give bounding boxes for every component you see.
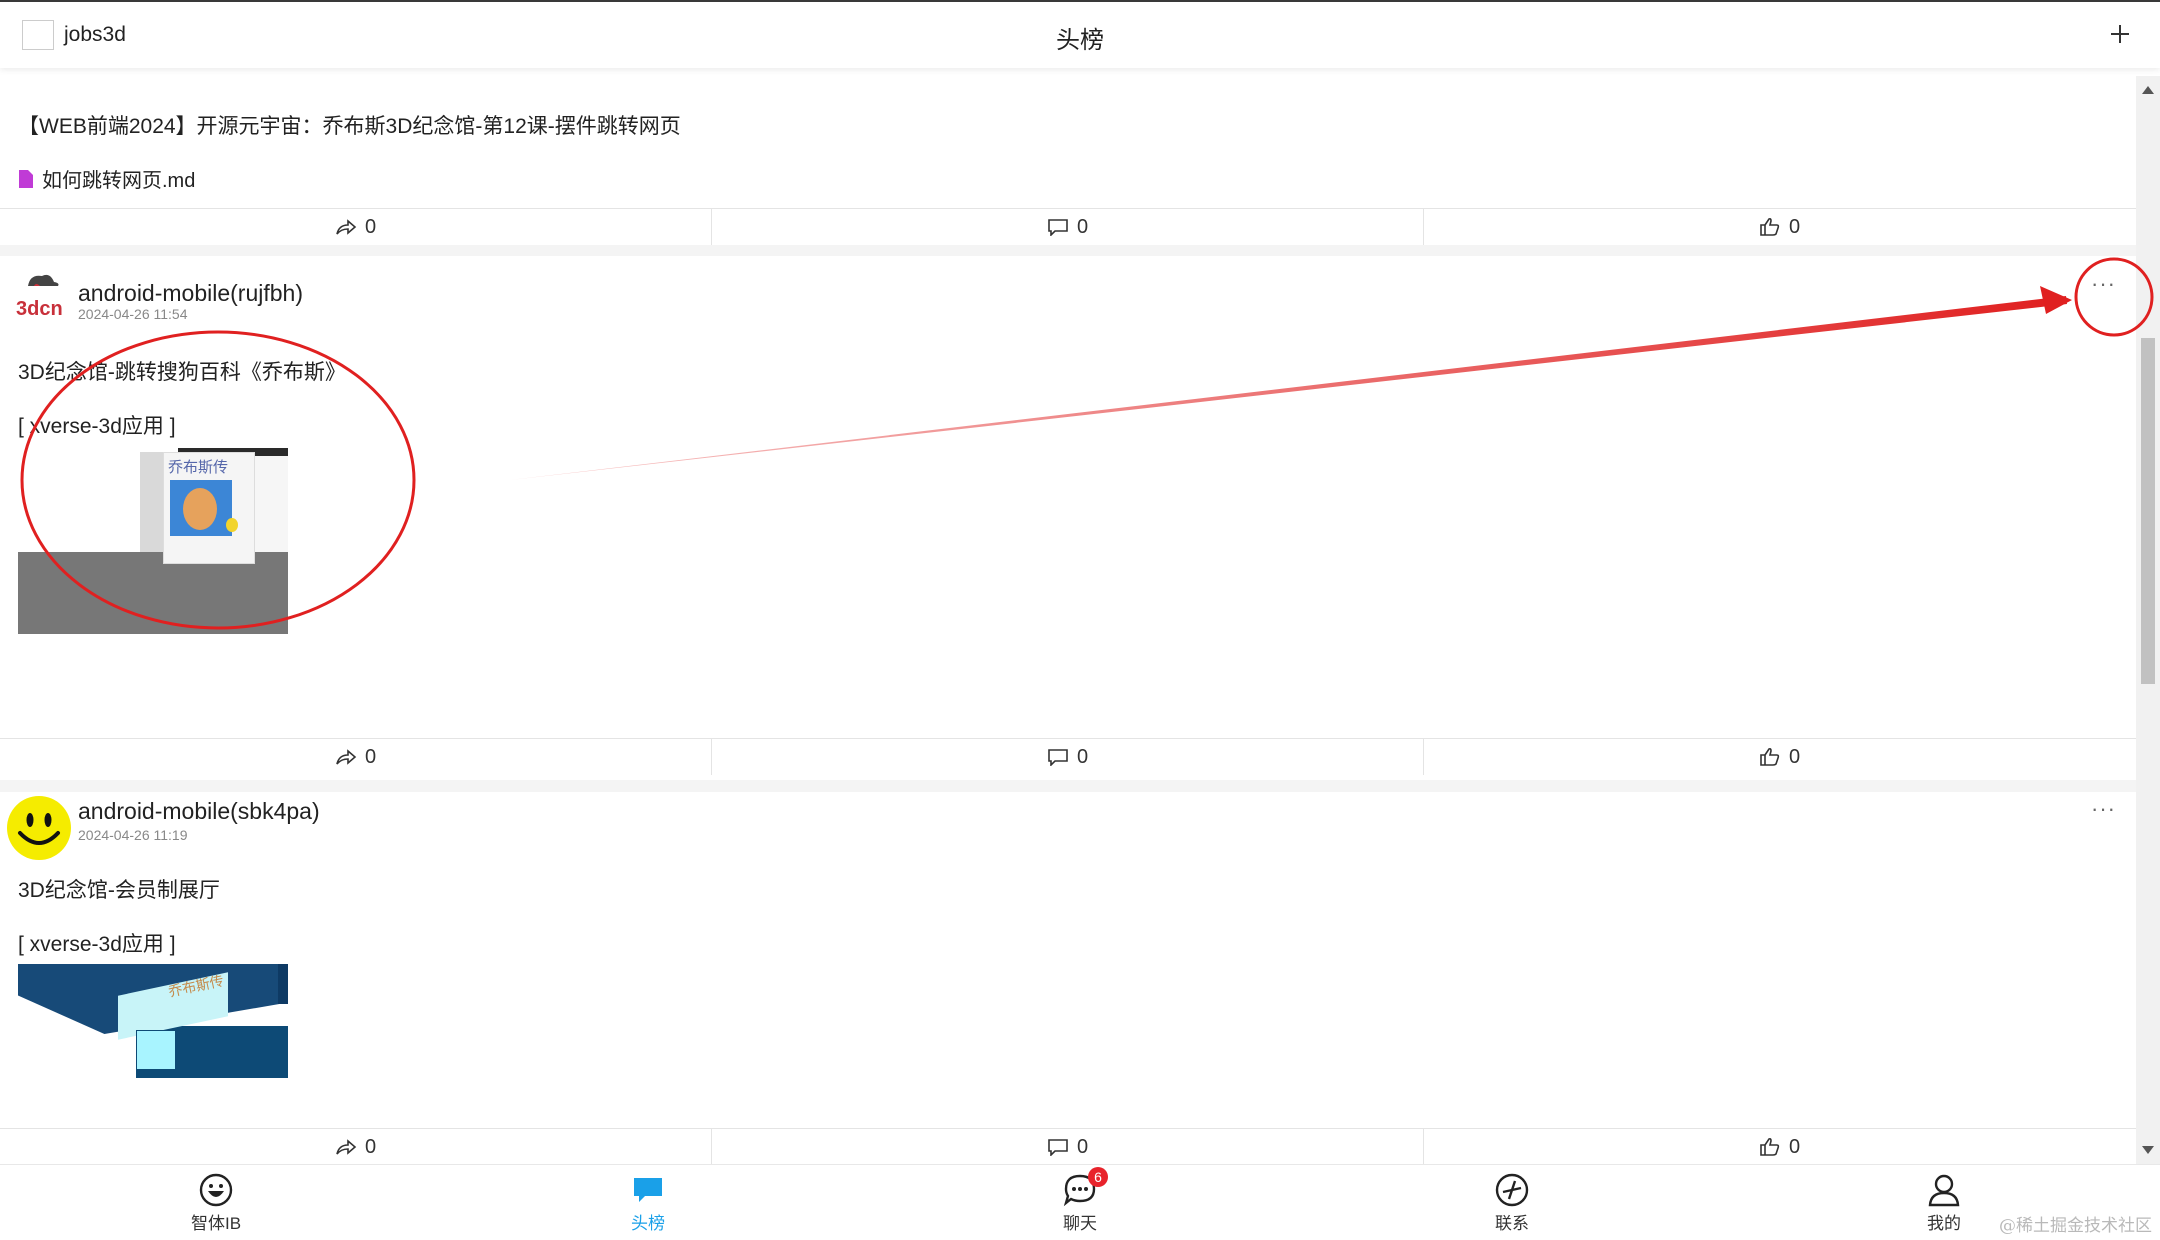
share-button[interactable]: 0 [0,1129,711,1164]
post-thumbnail[interactable]: 乔布斯传 [18,448,288,634]
post-card: 【WEB前端2024】开源元宇宙：乔布斯3D纪念馆-第12课-摆件跳转网页 如何… [0,68,2136,245]
post-username[interactable]: android-mobile(sbk4pa) [78,798,320,825]
share-icon [336,219,357,235]
share-button[interactable]: 0 [0,739,711,775]
comment-icon [1048,219,1068,236]
comment-icon [1048,1139,1068,1156]
tab-contacts[interactable]: 联系 [1462,1173,1562,1234]
compass-icon [1495,1173,1529,1207]
comment-button[interactable]: 0 [711,1129,1423,1164]
post-actions: 0 0 0 [0,738,2136,775]
post-timestamp: 2024-04-26 11:19 [78,827,188,843]
post-actions: 0 0 0 [0,1128,2136,1164]
tab-label: 联系 [1495,1214,1529,1233]
like-count: 0 [1788,745,1801,768]
app-tag[interactable]: [ xverse-3d应用 ] [18,410,176,440]
comment-count: 0 [1076,215,1089,238]
thumbs-up-icon [1760,217,1780,236]
comment-button[interactable]: 0 [711,739,1423,775]
bottom-tab-bar: 智体IB 头榜 6 聊天 联系 我的 @稀土掘金技术社区 [0,1164,2160,1240]
post-username[interactable]: android-mobile(rujfbh) [78,280,303,307]
image-caption: 乔布斯传 [168,458,229,476]
scrollbar[interactable] [2136,76,2160,1164]
tab-zhiti[interactable]: 智体IB [166,1173,266,1234]
share-count: 0 [364,745,377,768]
thumbs-up-icon [1760,747,1780,766]
scroll-down-arrow-icon[interactable] [2142,1146,2154,1154]
feed[interactable]: 【WEB前端2024】开源元宇宙：乔布斯3D纪念馆-第12课-摆件跳转网页 如何… [0,68,2136,1164]
app-tag[interactable]: [ xverse-3d应用 ] [18,928,176,958]
tab-label: 我的 [1927,1214,1961,1233]
thumbs-up-icon [1760,1137,1780,1156]
tab-chat[interactable]: 6 聊天 [1030,1167,1130,1234]
scrollbar-thumb[interactable] [2141,338,2155,684]
page-title: 头榜 [1056,27,1104,54]
file-icon [19,169,33,188]
tab-toubang[interactable]: 头榜 [598,1173,698,1234]
header-bar: jobs3d 头榜 [0,2,2160,68]
post-timestamp: 2024-04-26 11:54 [78,306,188,322]
share-icon [336,749,357,765]
scroll-up-arrow-icon[interactable] [2142,86,2154,94]
post-thumbnail[interactable]: 乔布斯传 [18,964,288,1078]
post-card: android-mobile(sbk4pa) 2024-04-26 11:19 … [0,792,2136,1164]
avatar-label: 3dcn [16,298,63,320]
tab-label: 智体IB [190,1214,242,1233]
person-icon [1928,1174,1960,1207]
post-text[interactable]: 3D纪念馆-跳转搜狗百科《乔布斯》 [18,356,346,386]
share-count: 0 [364,1135,377,1158]
post-text[interactable]: 【WEB前端2024】开源元宇宙：乔布斯3D纪念馆-第12课-摆件跳转网页 [18,110,681,140]
smiley-icon [199,1173,233,1207]
unread-badge: 6 [1088,1167,1108,1187]
like-button[interactable]: 0 [1423,209,2135,245]
chat-bubble-icon [634,1178,662,1202]
like-button[interactable]: 0 [1423,739,2135,775]
post-card: 3dcn android-mobile(rujfbh) 2024-04-26 1… [0,256,2136,780]
post-text[interactable]: 3D纪念馆-会员制展厅 [18,874,220,904]
more-options-button[interactable]: ··· [2091,271,2116,297]
tab-label: 头榜 [631,1214,665,1233]
share-button[interactable]: 0 [0,209,711,245]
like-button[interactable]: 0 [1423,1129,2135,1164]
avatar[interactable]: 3dcn [14,264,68,320]
tab-label: 聊天 [1063,1214,1097,1233]
comment-count: 0 [1076,745,1089,768]
smiley-avatar-icon[interactable] [6,795,72,861]
share-icon [336,1139,357,1155]
more-options-button[interactable]: ··· [2091,796,2116,822]
attachment-name: 如何跳转网页.md [42,170,196,192]
like-count: 0 [1788,1135,1801,1158]
plus-icon[interactable] [2100,14,2140,54]
attachment-link[interactable]: 如何跳转网页.md [18,164,195,193]
post-actions: 0 0 0 [0,208,2136,245]
share-count: 0 [364,215,377,238]
comment-button[interactable]: 0 [711,209,1423,245]
tab-me[interactable]: 我的 [1894,1173,1994,1234]
like-count: 0 [1788,215,1801,238]
comment-icon [1048,749,1068,766]
watermark: @稀土掘金技术社区 [1999,1216,2152,1236]
comment-count: 0 [1076,1135,1089,1158]
